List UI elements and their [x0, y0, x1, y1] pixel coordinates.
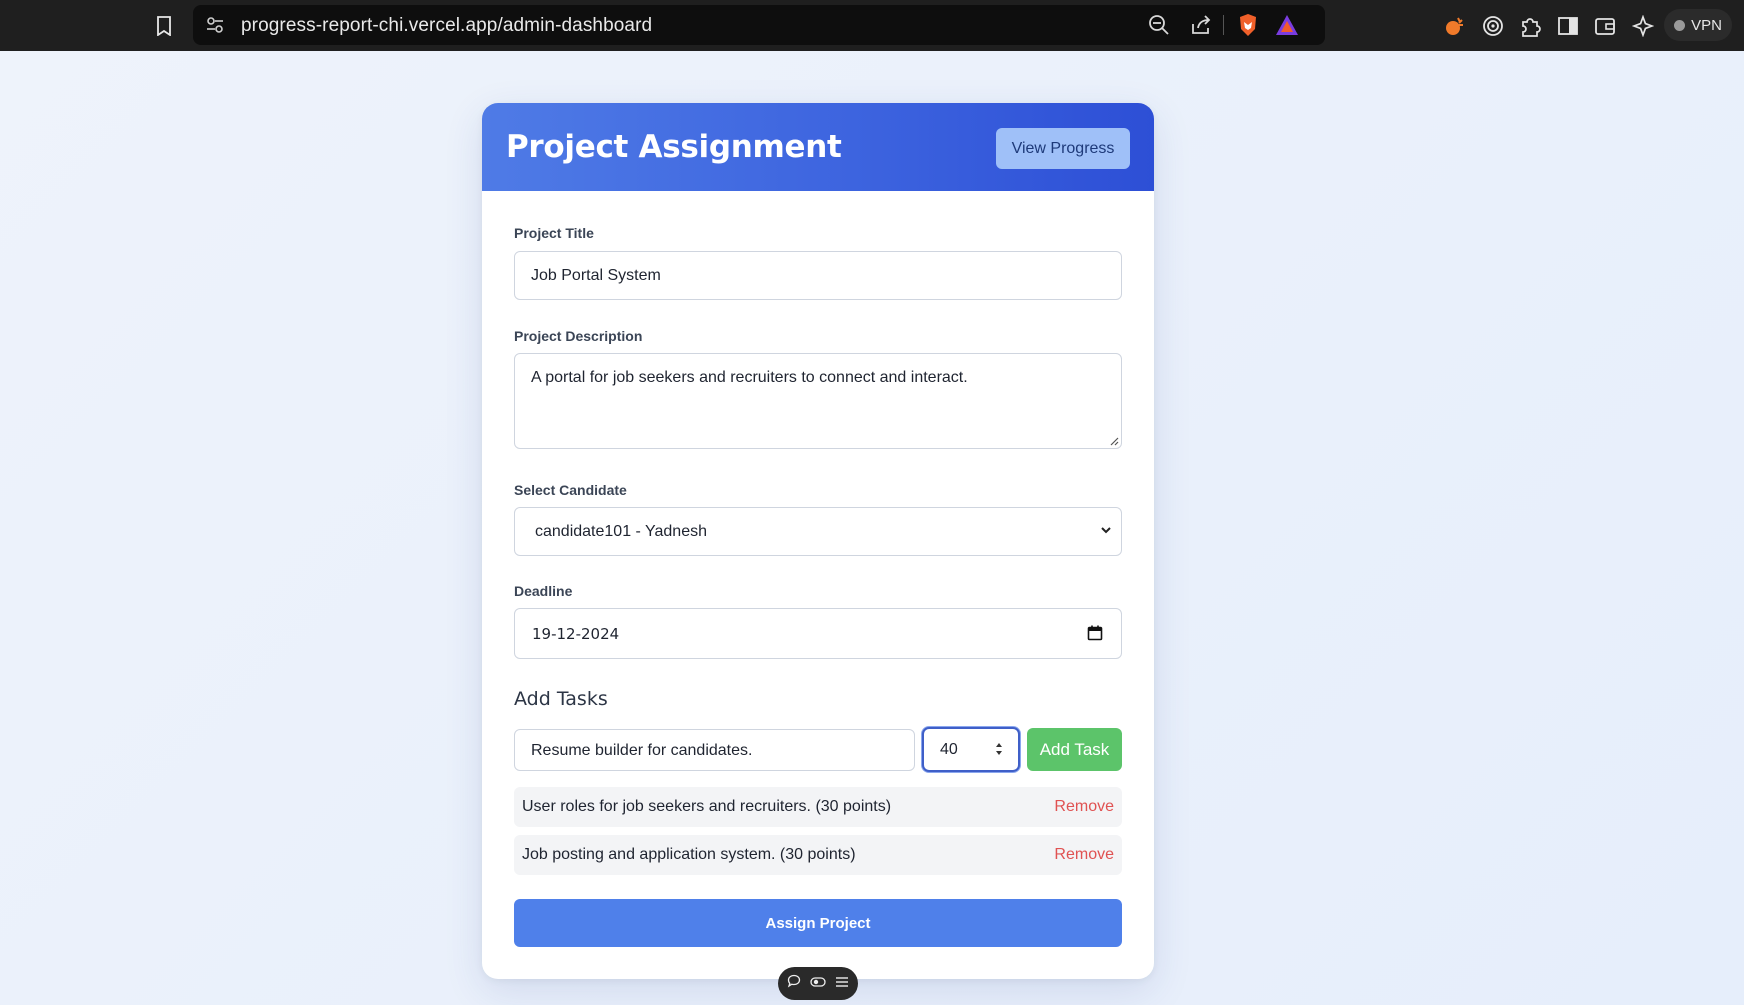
toggle-icon[interactable] [810, 975, 826, 993]
address-bar[interactable]: progress-report-chi.vercel.app/admin-das… [193, 5, 1325, 45]
task-list-item: User roles for job seekers and recruiter… [514, 787, 1122, 827]
number-spinner-icon[interactable] [994, 739, 1004, 759]
leo-extension-icon[interactable] [1444, 13, 1466, 39]
sidebar-toggle-icon[interactable] [1557, 13, 1579, 39]
deadline-label: Deadline [514, 583, 573, 599]
candidate-select[interactable]: candidate101 - Yadnesh [514, 507, 1122, 556]
vpn-label: VPN [1691, 16, 1722, 34]
project-title-input[interactable]: Job Portal System [514, 251, 1122, 300]
deadline-date-input[interactable]: 19-12-2024 [514, 608, 1122, 659]
separator [1223, 15, 1224, 35]
calendar-icon[interactable] [1087, 625, 1103, 641]
project-assignment-card: Project Assignment View Progress Project… [482, 103, 1154, 979]
site-settings-icon[interactable] [205, 15, 225, 35]
vpn-button[interactable]: VPN [1664, 9, 1732, 41]
project-description-label: Project Description [514, 328, 643, 344]
assign-project-button[interactable]: Assign Project [514, 899, 1122, 947]
view-progress-button[interactable]: View Progress [996, 128, 1130, 169]
card-header: Project Assignment View Progress [482, 103, 1154, 191]
resize-handle-icon[interactable] [1109, 436, 1119, 446]
leo-ai-icon[interactable] [1632, 13, 1654, 39]
target-extension-icon[interactable] [1482, 13, 1504, 39]
page-title: Project Assignment [506, 129, 842, 165]
task-points-value: 40 [940, 741, 958, 758]
url-text[interactable]: progress-report-chi.vercel.app/admin-das… [241, 15, 652, 37]
add-task-button[interactable]: Add Task [1027, 728, 1122, 771]
project-description-value: A portal for job seekers and recruiters … [531, 369, 968, 386]
task-item-text: Job posting and application system. (30 … [522, 846, 856, 863]
chevron-down-icon [1101, 527, 1111, 534]
task-list-item: Job posting and application system. (30 … [514, 835, 1122, 875]
add-tasks-heading: Add Tasks [514, 688, 608, 710]
menu-icon[interactable] [835, 975, 849, 993]
task-points-input[interactable]: 40 [922, 727, 1020, 772]
brave-rewards-icon[interactable] [1275, 13, 1299, 37]
select-candidate-label: Select Candidate [514, 482, 627, 498]
remove-task-button[interactable]: Remove [1054, 846, 1114, 864]
project-description-textarea[interactable]: A portal for job seekers and recruiters … [514, 353, 1122, 449]
candidate-selected-value: candidate101 - Yadnesh [535, 523, 707, 540]
new-task-value: Resume builder for candidates. [531, 742, 753, 759]
bookmark-icon[interactable] [154, 15, 174, 37]
zoom-icon[interactable] [1148, 13, 1170, 37]
wallet-icon[interactable] [1594, 13, 1616, 39]
brave-shields-icon[interactable] [1237, 13, 1259, 37]
vpn-status-icon [1674, 19, 1686, 31]
share-icon[interactable] [1190, 13, 1212, 37]
extensions-puzzle-icon[interactable] [1519, 13, 1541, 39]
project-title-value: Job Portal System [531, 267, 661, 284]
floating-toolbar [778, 967, 858, 1000]
project-title-label: Project Title [514, 225, 594, 241]
task-item-text: User roles for job seekers and recruiter… [522, 798, 892, 815]
browser-toolbar: progress-report-chi.vercel.app/admin-das… [0, 0, 1744, 51]
remove-task-button[interactable]: Remove [1054, 798, 1114, 816]
comment-icon[interactable] [787, 974, 801, 993]
deadline-value: 19-12-2024 [532, 625, 620, 643]
new-task-input[interactable]: Resume builder for candidates. [514, 729, 915, 771]
